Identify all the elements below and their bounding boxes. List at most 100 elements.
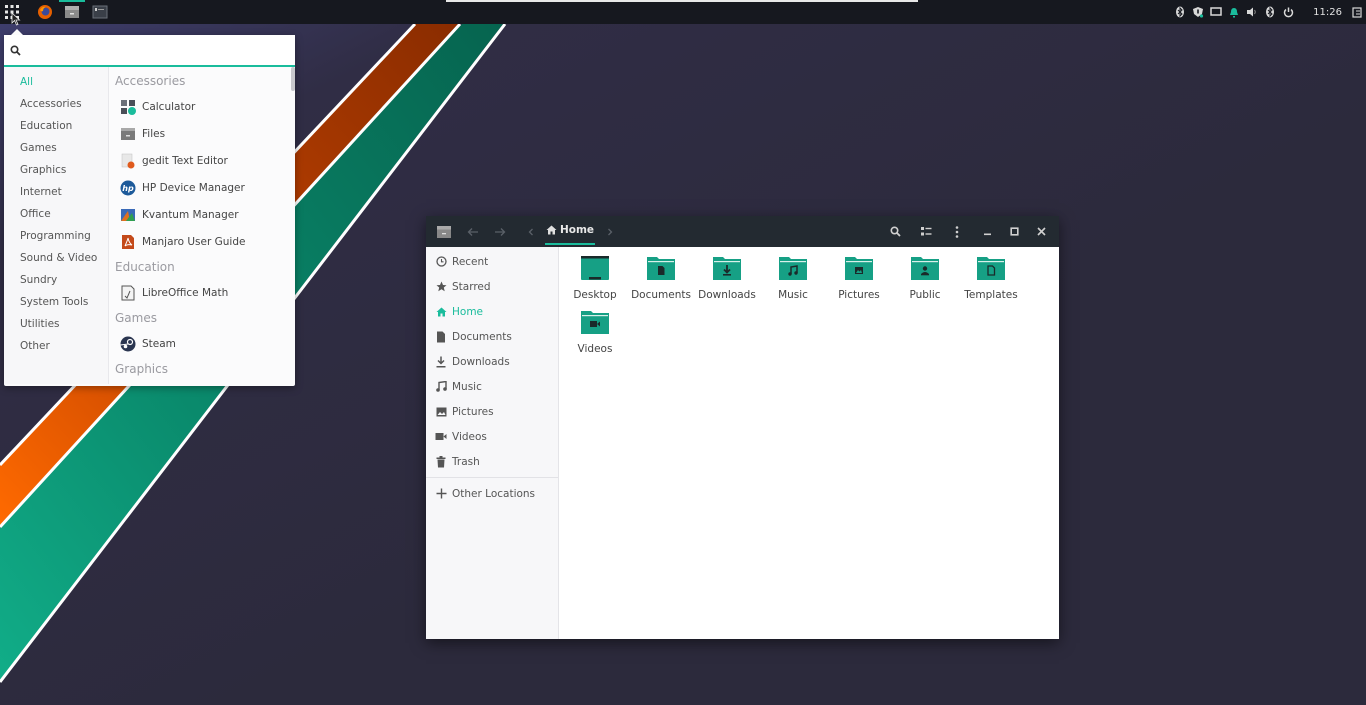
menu-button[interactable] (950, 216, 964, 247)
shield-update-icon[interactable] (1189, 0, 1207, 24)
folder-pictures[interactable]: Pictures (826, 255, 892, 301)
app-label: Calculator (142, 100, 196, 113)
menu-search-input[interactable] (27, 36, 295, 64)
kvantum-icon (120, 207, 136, 223)
sidebar-toggle-icon[interactable] (1348, 0, 1366, 24)
category-education[interactable]: Education (4, 115, 108, 137)
category-system-tools[interactable]: System Tools (4, 291, 108, 313)
app-list-scrollbar[interactable] (291, 67, 295, 91)
sidebar-item-recent[interactable]: Recent (426, 249, 558, 274)
sidebar-item-label: Videos (452, 430, 487, 443)
sidebar-item-label: Trash (452, 455, 480, 468)
app-item-kvantum-manager[interactable]: Kvantum Manager (115, 201, 295, 228)
sidebar-toggle-button[interactable] (435, 216, 453, 247)
svg-text:hp: hp (122, 184, 134, 193)
home-icon (546, 225, 557, 234)
clock[interactable]: 11:26 (1297, 0, 1348, 24)
sidebar-item-label: Downloads (452, 355, 510, 368)
terminal-icon[interactable] (91, 3, 109, 21)
sidebar-item-downloads[interactable]: Downloads (426, 349, 558, 374)
category-graphics[interactable]: Graphics (4, 159, 108, 181)
gedit-icon (120, 153, 136, 169)
files-icon (120, 126, 136, 142)
search-icon (889, 226, 901, 237)
app-item-manjaro-user-guide[interactable]: Manjaro User Guide (115, 228, 295, 255)
folder-videos[interactable]: Videos (562, 309, 628, 355)
power-icon[interactable] (1279, 0, 1297, 24)
close-button[interactable] (1034, 216, 1048, 247)
back-button[interactable] (466, 216, 480, 247)
folder-label: Desktop (573, 289, 617, 301)
folder-desktop[interactable]: Desktop (562, 255, 628, 301)
files-icon[interactable] (59, 0, 85, 21)
sidebar-item-label: Documents (452, 330, 512, 343)
sidebar-separator (426, 477, 558, 478)
folder-public[interactable]: Public (892, 255, 958, 301)
bluetooth-icon[interactable] (1171, 0, 1189, 24)
sidebar-item-pictures[interactable]: Pictures (426, 399, 558, 424)
path-scroll-right-button[interactable] (605, 216, 615, 247)
category-other[interactable]: Other (4, 335, 108, 357)
minimize-icon (983, 233, 991, 236)
firefox-icon[interactable] (36, 3, 54, 21)
category-utilities[interactable]: Utilities (4, 313, 108, 335)
sidebar-item-videos[interactable]: Videos (426, 424, 558, 449)
files-icon (437, 225, 451, 238)
trash-icon (435, 455, 447, 468)
folder-documents[interactable]: Documents (628, 255, 694, 301)
app-label: HP Device Manager (142, 181, 245, 194)
sidebar-item-label: Recent (452, 255, 489, 268)
libreoffice-math-icon (120, 285, 136, 301)
category-programming[interactable]: Programming (4, 225, 108, 247)
app-item-steam[interactable]: Steam (115, 330, 295, 357)
system-tray: 11:26 (1171, 0, 1366, 24)
app-item-files[interactable]: Files (115, 120, 295, 147)
category-sound-video[interactable]: Sound & Video (4, 247, 108, 269)
folder-label: Music (778, 289, 808, 301)
category-sundry[interactable]: Sundry (4, 269, 108, 291)
sidebar-item-documents[interactable]: Documents (426, 324, 558, 349)
video-icon (435, 431, 447, 443)
folder-label: Downloads (698, 289, 756, 301)
category-internet[interactable]: Internet (4, 181, 108, 203)
display-icon[interactable] (1207, 0, 1225, 24)
download-icon (435, 356, 447, 368)
folder-desktop-icon (581, 256, 609, 280)
view-options-button[interactable] (918, 216, 934, 247)
notification-bell-icon[interactable] (1225, 0, 1243, 24)
path-scroll-left-button[interactable] (526, 216, 536, 247)
sidebar-item-trash[interactable]: Trash (426, 449, 558, 474)
category-office[interactable]: Office (4, 203, 108, 225)
category-games[interactable]: Games (4, 137, 108, 159)
folder-downloads[interactable]: Downloads (694, 255, 760, 301)
sidebar-item-starred[interactable]: Starred (426, 274, 558, 299)
close-icon (1036, 227, 1046, 236)
bluetooth-icon[interactable] (1261, 0, 1279, 24)
file-manager-headerbar: Home (426, 216, 1059, 247)
list-view-icon (920, 227, 931, 236)
app-label: Manjaro User Guide (142, 235, 246, 248)
app-item-calculator[interactable]: Calculator (115, 93, 295, 120)
folder-templates-icon (977, 257, 1005, 280)
app-item-gedit[interactable]: gedit Text Editor (115, 147, 295, 174)
folder-templates[interactable]: Templates (958, 255, 1024, 301)
category-all[interactable]: All (4, 71, 108, 93)
path-button-home[interactable]: Home (545, 216, 595, 245)
app-label: Kvantum Manager (142, 208, 239, 221)
sidebar-item-label: Music (452, 380, 482, 393)
forward-button[interactable] (493, 216, 507, 247)
volume-icon[interactable] (1243, 0, 1261, 24)
app-item-libreoffice-math[interactable]: LibreOffice Math (115, 279, 295, 306)
top-panel: 11:26 (0, 0, 1366, 24)
sidebar-item-music[interactable]: Music (426, 374, 558, 399)
minimize-button[interactable] (980, 216, 994, 247)
maximize-button[interactable] (1007, 216, 1021, 247)
plus-icon (435, 488, 447, 500)
folder-music[interactable]: Music (760, 255, 826, 301)
sidebar-item-other-locations[interactable]: Other Locations (426, 481, 558, 506)
sidebar-item-home[interactable]: Home (426, 299, 558, 324)
category-accessories[interactable]: Accessories (4, 93, 108, 115)
search-button[interactable] (887, 216, 903, 247)
app-item-hp-device-manager[interactable]: hp HP Device Manager (115, 174, 295, 201)
folder-label: Documents (631, 289, 691, 301)
